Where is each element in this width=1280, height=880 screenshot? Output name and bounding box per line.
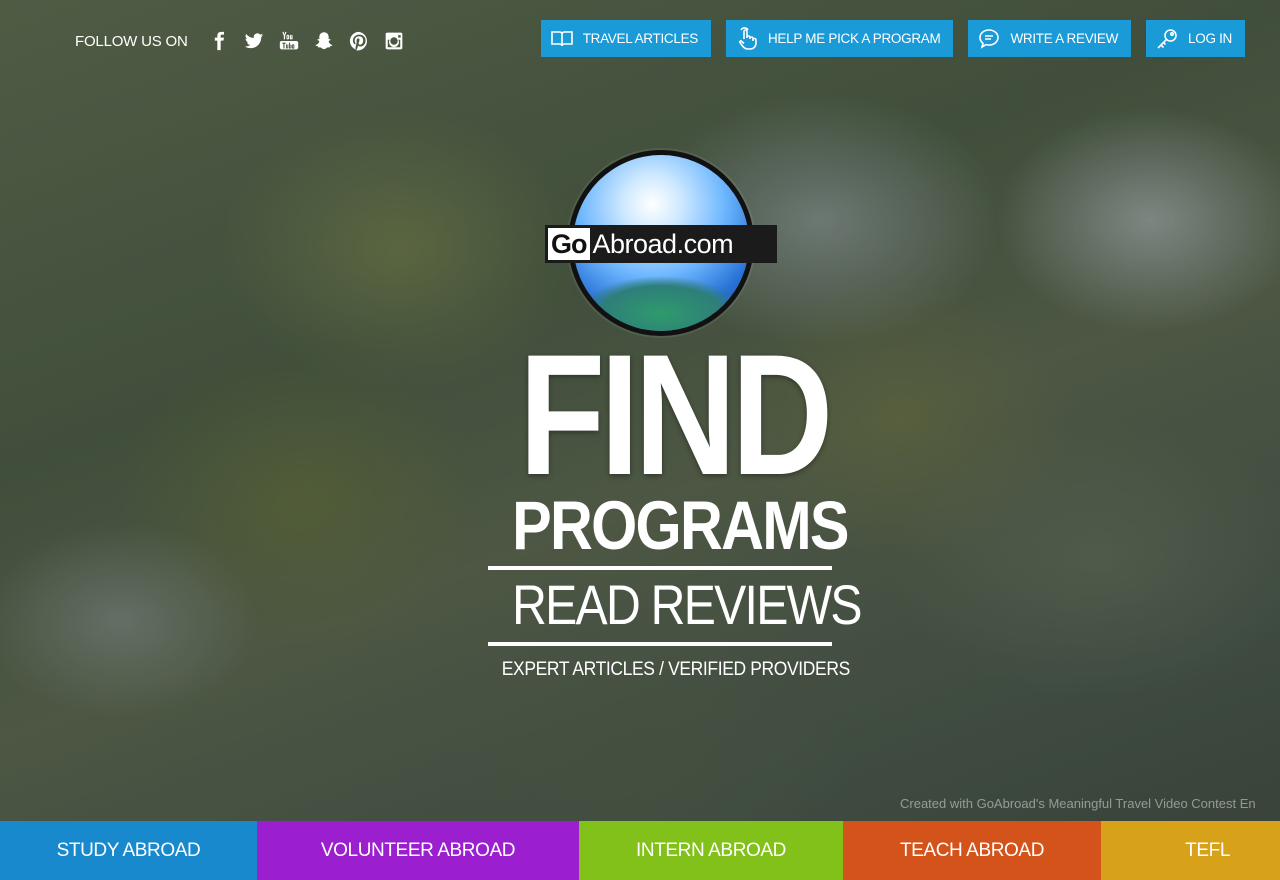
follow-us-label: FOLLOW US ON: [75, 32, 188, 50]
hero-programs: PROGRAMS: [512, 487, 849, 564]
instagram-icon[interactable]: [383, 30, 405, 52]
twitter-icon[interactable]: [243, 30, 265, 52]
goabroad-logo[interactable]: Go Abroad.com: [545, 153, 777, 333]
help-me-pick-button[interactable]: HELP ME PICK A PROGRAM: [725, 20, 954, 57]
category-study-abroad[interactable]: STUDY ABROAD: [0, 821, 257, 880]
hero-subtitle: EXPERT ARTICLES / VERIFIED PROVIDERS: [501, 659, 850, 680]
snapchat-icon[interactable]: [313, 30, 335, 52]
youtube-icon[interactable]: [278, 30, 300, 52]
pointing-hand-icon: [734, 26, 760, 52]
help-me-pick-label: HELP ME PICK A PROGRAM: [767, 31, 941, 46]
write-review-button[interactable]: WRITE A REVIEW: [968, 20, 1132, 57]
follow-us: FOLLOW US ON: [75, 30, 405, 52]
category-bar: STUDY ABROAD VOLUNTEER ABROAD INTERN ABR…: [0, 821, 1280, 880]
category-label: TEACH ABROAD: [899, 839, 1045, 861]
hero-find: FIND: [518, 319, 833, 511]
key-icon: [1154, 26, 1180, 52]
logo-wordmark: Go Abroad.com: [545, 225, 777, 263]
facebook-icon[interactable]: [208, 30, 230, 52]
travel-articles-label: TRAVEL ARTICLES: [582, 31, 699, 46]
category-intern-abroad[interactable]: INTERN ABROAD: [579, 821, 843, 880]
top-navigation: TRAVEL ARTICLES HELP ME PICK A PROGRAM W…: [540, 20, 1245, 57]
social-links: [208, 30, 405, 52]
hero-tagline: FIND PROGRAMS READ REVIEWS EXPERT ARTICL…: [488, 319, 862, 681]
logo-abroad-text: Abroad.com: [592, 228, 734, 259]
category-label: STUDY ABROAD: [56, 839, 201, 861]
category-label: INTERN ABROAD: [636, 839, 786, 861]
category-teach-abroad[interactable]: TEACH ABROAD: [843, 821, 1101, 880]
category-label: VOLUNTEER ABROAD: [320, 839, 516, 861]
open-book-icon: [549, 26, 575, 52]
speech-bubble-icon: [976, 26, 1002, 52]
login-label: LOG IN: [1188, 31, 1232, 46]
login-button[interactable]: LOG IN: [1146, 20, 1245, 57]
hero-read-reviews: READ REVIEWS: [512, 573, 862, 636]
write-review-label: WRITE A REVIEW: [1010, 31, 1119, 46]
divider: [488, 642, 832, 646]
pinterest-icon[interactable]: [348, 30, 370, 52]
logo-go-text: Go: [548, 228, 590, 260]
category-label: TEFL: [1185, 839, 1230, 861]
travel-articles-button[interactable]: TRAVEL ARTICLES: [540, 20, 711, 57]
video-credit: Created with GoAbroad's Meaningful Trave…: [900, 796, 1256, 811]
category-volunteer-abroad[interactable]: VOLUNTEER ABROAD: [257, 821, 579, 880]
category-tefl[interactable]: TEFL: [1101, 821, 1280, 880]
